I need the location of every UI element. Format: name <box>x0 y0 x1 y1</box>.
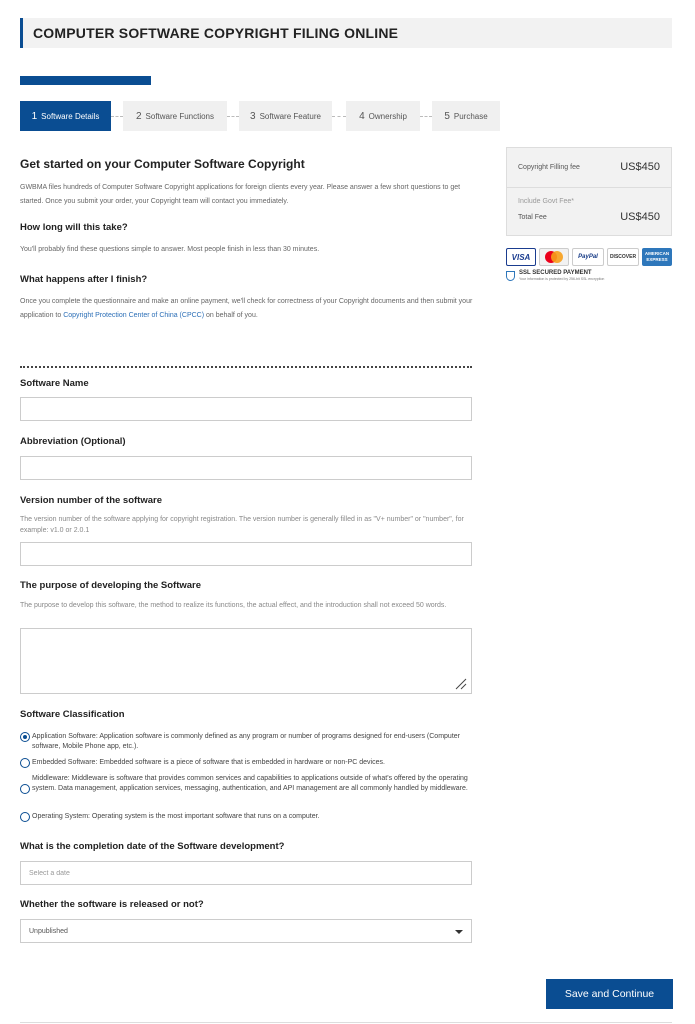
classification-option-text: Application Software: Application softwa… <box>32 732 470 752</box>
radio-icon[interactable] <box>20 812 30 822</box>
classification-option-middleware[interactable]: Middleware: Middleware is software that … <box>20 774 470 794</box>
faq-duration-title: How long will this take? <box>20 222 480 233</box>
section-divider <box>20 366 472 368</box>
classification-option-text: Embedded Software: Embedded software is … <box>32 758 385 768</box>
step-label: Software Details <box>41 112 99 121</box>
released-label: Whether the software is released or not? <box>20 899 204 910</box>
caret-down-icon <box>455 930 463 934</box>
progress-bar <box>20 76 151 85</box>
step-number: 3 <box>250 111 256 122</box>
step-number: 2 <box>136 111 142 122</box>
version-input[interactable] <box>20 542 472 566</box>
classification-option-embedded[interactable]: Embedded Software: Embedded software is … <box>20 758 470 768</box>
radio-icon[interactable] <box>20 784 30 794</box>
step-label: Software Functions <box>146 112 214 121</box>
resize-handle-icon[interactable] <box>455 678 467 690</box>
purpose-textarea[interactable] <box>20 628 472 694</box>
fee-summary: Copyright Filling fee US$450 Include Gov… <box>506 147 672 236</box>
intro-text: GWBMA files hundreds of Computer Softwar… <box>20 181 480 209</box>
fee-divider <box>507 187 671 188</box>
released-select[interactable]: Unpublished <box>20 919 472 943</box>
step-label: Software Feature <box>260 112 321 121</box>
step-software-feature[interactable]: 3 Software Feature <box>239 101 332 131</box>
govt-fee-label: Include Govt Fee* <box>518 198 574 205</box>
filing-fee-value: US$450 <box>620 161 660 173</box>
completion-date-input[interactable] <box>20 861 472 885</box>
step-connector <box>227 116 239 117</box>
abbreviation-input[interactable] <box>20 456 472 480</box>
released-select-value: Unpublished <box>29 928 68 935</box>
classification-option-text: Middleware: Middleware is software that … <box>32 774 470 794</box>
classification-option-text: Operating System: Operating system is th… <box>32 812 320 822</box>
version-help: The version number of the software apply… <box>20 514 472 536</box>
faq-after-title: What happens after I finish? <box>20 274 480 285</box>
step-connector <box>420 116 432 117</box>
step-label: Purchase <box>454 112 488 121</box>
page-header: COMPUTER SOFTWARE COPYRIGHT FILING ONLIN… <box>20 18 672 48</box>
faq-duration-text: You'll probably find these questions sim… <box>20 243 480 257</box>
govt-fee-row: Include Govt Fee* <box>518 198 660 205</box>
step-software-functions[interactable]: 2 Software Functions <box>123 101 227 131</box>
step-connector <box>111 116 123 117</box>
shield-icon <box>506 271 515 281</box>
version-label: Version number of the software <box>20 495 162 506</box>
cpcc-link[interactable]: Copyright Protection Center of China (CP… <box>63 312 204 319</box>
completion-date-label: What is the completion date of the Softw… <box>20 841 284 852</box>
intro-section: Get started on your Computer Software Co… <box>20 157 480 323</box>
page-title: COMPUTER SOFTWARE COPYRIGHT FILING ONLIN… <box>23 18 672 48</box>
filing-fee-row: Copyright Filling fee US$450 <box>518 161 660 173</box>
radio-icon[interactable] <box>20 758 30 768</box>
step-software-details[interactable]: 1 Software Details <box>20 101 111 131</box>
step-purchase[interactable]: 5 Purchase <box>432 101 500 131</box>
ssl-subtitle: Your information is protected by 256-bit… <box>519 277 604 282</box>
visa-icon: VISA <box>506 248 536 266</box>
classification-option-os[interactable]: Operating System: Operating system is th… <box>20 812 470 822</box>
total-fee-value: US$450 <box>620 211 660 223</box>
faq-after-tail: on behalf of you. <box>206 312 258 319</box>
step-connector <box>332 116 346 117</box>
intro-title: Get started on your Computer Software Co… <box>20 157 480 171</box>
total-fee-label: Total Fee <box>518 214 547 221</box>
step-number: 4 <box>359 111 365 122</box>
abbreviation-label: Abbreviation (Optional) <box>20 436 126 447</box>
step-label: Ownership <box>369 112 407 121</box>
paypal-icon: PayPal <box>572 248 604 266</box>
mastercard-icon <box>539 248 569 266</box>
total-fee-row: Total Fee US$450 <box>518 211 660 223</box>
ssl-title: SSL SECURED PAYMENT <box>519 270 604 277</box>
discover-icon: DISCOVER <box>607 248 639 266</box>
amex-icon: AMERICAN EXPRESS <box>642 248 672 266</box>
faq-after-text: Once you complete the questionnaire and … <box>20 295 480 323</box>
footer-divider <box>20 1022 672 1023</box>
step-number: 5 <box>444 111 450 122</box>
purpose-label: The purpose of developing the Software <box>20 580 201 591</box>
save-and-continue-button[interactable]: Save and Continue <box>546 979 673 1009</box>
software-name-label: Software Name <box>20 378 89 389</box>
step-ownership[interactable]: 4 Ownership <box>346 101 420 131</box>
ssl-badge: SSL SECURED PAYMENT Your information is … <box>506 270 604 282</box>
step-number: 1 <box>32 111 38 122</box>
classification-label: Software Classification <box>20 709 125 720</box>
radio-checked-icon[interactable] <box>20 732 30 742</box>
purpose-help: The purpose to develop this software, th… <box>20 600 472 611</box>
classification-option-application[interactable]: Application Software: Application softwa… <box>20 732 470 752</box>
payment-methods: VISA PayPal DISCOVER AMERICAN EXPRESS <box>506 248 672 266</box>
software-name-input[interactable] <box>20 397 472 421</box>
filing-fee-label: Copyright Filling fee <box>518 164 580 171</box>
